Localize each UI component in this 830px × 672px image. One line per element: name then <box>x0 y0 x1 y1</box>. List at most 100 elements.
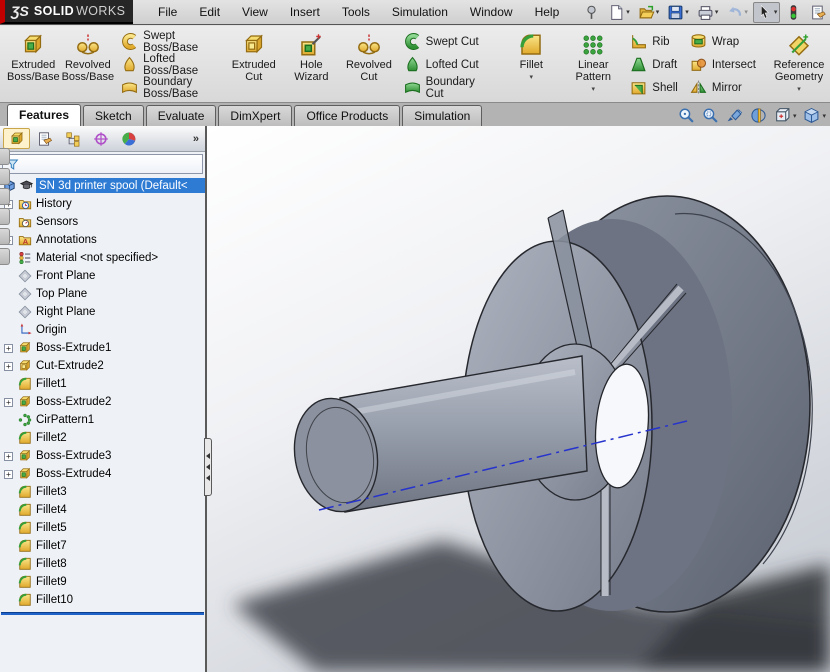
tree-item-boss-extrude1[interactable]: +Boss-Extrude1 <box>0 339 205 357</box>
menu-insert[interactable]: Insert <box>279 2 331 22</box>
collapsed-panel-tab[interactable] <box>0 208 10 225</box>
shell-button[interactable]: Shell <box>624 76 684 99</box>
tree-item-fillet5[interactable]: Fillet5 <box>0 519 205 537</box>
graphics-viewport[interactable] <box>207 126 830 672</box>
view-orientation-button[interactable]: ▾ <box>774 107 797 124</box>
open-button[interactable]: ▾ <box>635 2 663 23</box>
tree-item-right-plane[interactable]: Right Plane <box>0 303 205 321</box>
menu-help[interactable]: Help <box>524 2 571 22</box>
print-button[interactable]: ▾ <box>694 2 722 23</box>
pin-menu-button[interactable] <box>580 2 603 23</box>
lofted-cut-button[interactable]: Lofted Cut <box>398 53 495 76</box>
extruded-cut-button[interactable]: Extruded Cut <box>225 28 283 84</box>
tree-item-annotations[interactable]: +Annotations <box>0 231 205 249</box>
tree-root-item[interactable]: SN 3d printer spool (Default< <box>0 176 205 195</box>
tree-item-boss-extrude2[interactable]: +Boss-Extrude2 <box>0 393 205 411</box>
tree-item-fillet9[interactable]: Fillet9 <box>0 573 205 591</box>
tree-item-top-plane[interactable]: Top Plane <box>0 285 205 303</box>
section-view-icon <box>750 107 767 124</box>
tree-item-origin[interactable]: Origin <box>0 321 205 339</box>
draft-button[interactable]: Draft <box>624 53 684 76</box>
hole-wizard-button[interactable]: Hole Wizard <box>283 28 341 84</box>
revolved-cut-button[interactable]: Revolved Cut <box>340 28 398 84</box>
undo-button[interactable]: ▾ <box>723 2 751 23</box>
new-document-icon <box>608 4 625 21</box>
traffic-light-button[interactable] <box>782 2 805 23</box>
wrap-button[interactable]: Wrap <box>684 30 762 53</box>
expand-plus-icon[interactable]: + <box>4 362 13 371</box>
expand-plus-icon[interactable]: + <box>4 470 13 479</box>
dimxpertmanager-tab[interactable] <box>87 128 114 149</box>
tree-item-fillet2[interactable]: Fillet2 <box>0 429 205 447</box>
tab-evaluate[interactable]: Evaluate <box>146 105 217 126</box>
zoom-to-area-button[interactable] <box>702 107 719 124</box>
menu-tools[interactable]: Tools <box>331 2 381 22</box>
select-button[interactable]: ▾ <box>753 2 781 23</box>
propertymanager-tab[interactable] <box>31 128 58 149</box>
tree-item-fillet7[interactable]: Fillet7 <box>0 537 205 555</box>
menu-window[interactable]: Window <box>459 2 524 22</box>
menu-view[interactable]: View <box>231 2 279 22</box>
tab-office-products[interactable]: Office Products <box>294 105 400 126</box>
collapsed-panel-tab[interactable] <box>0 248 10 265</box>
collapsed-panel-tab[interactable] <box>0 188 10 205</box>
tree-item-fillet4[interactable]: Fillet4 <box>0 501 205 519</box>
extruded-boss-base-button[interactable]: Extruded Boss/Base <box>6 28 61 84</box>
tree-item-boss-extrude3[interactable]: +Boss-Extrude3 <box>0 447 205 465</box>
boundary-cut-button[interactable]: Boundary Cut <box>398 76 495 99</box>
save-button[interactable]: ▾ <box>664 2 692 23</box>
boundary-boss-base-button[interactable]: Boundary Boss/Base <box>115 76 219 99</box>
tree-item-cirpattern1[interactable]: CirPattern1 <box>0 411 205 429</box>
tree-item-boss-extrude4[interactable]: +Boss-Extrude4 <box>0 465 205 483</box>
display-style-button[interactable]: ▾ <box>803 107 826 124</box>
tree-filter-box[interactable] <box>2 154 203 174</box>
tree-item-fillet3[interactable]: Fillet3 <box>0 483 205 501</box>
new-document-button[interactable]: ▾ <box>605 2 633 23</box>
tab-sketch[interactable]: Sketch <box>83 105 144 126</box>
expand-plus-icon[interactable]: + <box>4 452 13 461</box>
menu-edit[interactable]: Edit <box>188 2 231 22</box>
tab-features[interactable]: Features <box>7 104 81 126</box>
lofted-boss-base-button[interactable]: Lofted Boss/Base <box>115 53 219 76</box>
fillet-dropdown-arrow[interactable]: ▾ <box>530 72 534 84</box>
revolved-boss-base-button[interactable]: Revolved Boss/Base <box>61 28 116 84</box>
swept-boss-base-button[interactable]: Swept Boss/Base <box>115 30 219 53</box>
tree-item-history[interactable]: +History <box>0 195 205 213</box>
panel-header-more-button[interactable]: » <box>193 133 202 145</box>
expand-plus-icon[interactable]: + <box>4 398 13 407</box>
collapsed-panel-tab[interactable] <box>0 168 10 185</box>
featuremanager-tab[interactable] <box>3 128 30 149</box>
mirror-button[interactable]: Mirror <box>684 76 762 99</box>
reference-geometry-dropdown-arrow[interactable]: ▾ <box>797 84 801 96</box>
linear-pattern-button[interactable]: Linear Pattern▾ <box>562 28 624 97</box>
configurationmanager-tab[interactable] <box>59 128 86 149</box>
collapsed-panel-tab[interactable] <box>0 148 10 165</box>
tab-dimxpert[interactable]: DimXpert <box>218 105 292 126</box>
reference-geometry-button[interactable]: Reference Geometry▾ <box>768 28 830 97</box>
displaymanager-tab[interactable] <box>115 128 142 149</box>
tree-item-fillet1[interactable]: Fillet1 <box>0 375 205 393</box>
section-view-button[interactable] <box>750 107 767 124</box>
tree-item-fillet10[interactable]: Fillet10 <box>0 591 205 609</box>
reference-geometry-group: Reference Geometry▾ <box>768 28 830 100</box>
previous-view-button[interactable] <box>726 107 743 124</box>
collapsed-panel-tab[interactable] <box>0 228 10 245</box>
tree-item-cut-extrude2[interactable]: +Cut-Extrude2 <box>0 357 205 375</box>
menu-simulation[interactable]: Simulation <box>381 2 459 22</box>
intersect-button[interactable]: Intersect <box>684 53 762 76</box>
menu-file[interactable]: File <box>147 2 188 22</box>
linear-pattern-dropdown-arrow[interactable]: ▾ <box>592 84 596 96</box>
fillet-button[interactable]: Fillet▾ <box>500 28 562 85</box>
swept-cut-button[interactable]: Swept Cut <box>398 30 495 53</box>
panel-splitter-handle[interactable] <box>204 438 212 496</box>
file-properties-button[interactable] <box>807 2 830 23</box>
tree-item-sensors[interactable]: Sensors <box>0 213 205 231</box>
tree-item-material[interactable]: Material <not specified> <box>0 249 205 267</box>
expand-plus-icon[interactable]: + <box>4 344 13 353</box>
tree-item-front-plane[interactable]: Front Plane <box>0 267 205 285</box>
rollback-bar[interactable] <box>1 612 204 615</box>
rib-button[interactable]: Rib <box>624 30 684 53</box>
tree-item-fillet8[interactable]: Fillet8 <box>0 555 205 573</box>
zoom-to-fit-button[interactable] <box>678 107 695 124</box>
tab-simulation[interactable]: Simulation <box>402 105 482 126</box>
